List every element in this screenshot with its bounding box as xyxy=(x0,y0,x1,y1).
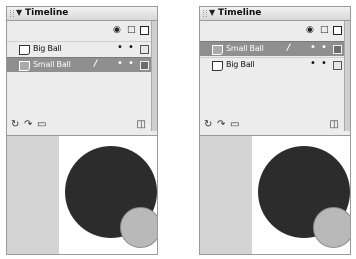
lock-dot[interactable]: • xyxy=(128,42,134,54)
eye-icon[interactable]: ◉ xyxy=(306,25,314,35)
layer-name: Small Ball xyxy=(226,44,264,53)
timeline-title-bar[interactable]: ▼ Timeline xyxy=(7,7,157,21)
panel-grip-icon[interactable] xyxy=(203,10,207,17)
layer-footer: ↻ ↷ ▭ ◫ xyxy=(200,117,350,133)
layer-header-row: ◉ □ xyxy=(7,23,151,37)
visibility-dot[interactable]: • xyxy=(117,42,123,54)
panel-title: Timeline xyxy=(25,8,69,18)
timeline-panel-before: ▼ Timeline ◉ □ Big Ball • • Small Ball /… xyxy=(6,6,158,255)
delete-layer-icon[interactable]: ◫ xyxy=(330,119,339,130)
visibility-dot[interactable]: • xyxy=(117,58,123,70)
layer-row-big-ball[interactable]: Big Ball • • xyxy=(200,57,344,72)
layer-header-row: ◉ □ xyxy=(200,23,344,37)
lock-icon[interactable]: □ xyxy=(127,25,136,35)
eye-icon[interactable]: ◉ xyxy=(113,25,121,35)
offstage-area xyxy=(200,136,252,254)
collapse-arrow-icon[interactable]: ▼ xyxy=(209,8,215,17)
outline-color-box[interactable] xyxy=(140,61,149,70)
layer-name: Big Ball xyxy=(226,60,255,69)
layer-footer: ↻ ↷ ▭ ◫ xyxy=(7,117,157,133)
scrollbar[interactable] xyxy=(344,21,350,131)
visibility-dot[interactable]: • xyxy=(310,42,316,54)
outline-icon[interactable] xyxy=(140,26,149,35)
outline-icon[interactable] xyxy=(333,26,342,35)
insert-layer-icon[interactable]: ↻ xyxy=(11,119,19,131)
lock-icon[interactable]: □ xyxy=(320,25,329,35)
insert-folder-icon[interactable]: ▭ xyxy=(37,119,46,131)
insert-folder-icon[interactable]: ▭ xyxy=(230,119,239,131)
small-ball-shape[interactable] xyxy=(120,207,157,248)
offstage-area xyxy=(7,136,59,254)
add-motion-guide-icon[interactable]: ↷ xyxy=(217,119,225,131)
visibility-dot[interactable]: • xyxy=(310,58,316,70)
lock-dot[interactable]: • xyxy=(128,58,134,70)
stage[interactable] xyxy=(200,135,350,254)
timeline-title-bar[interactable]: ▼ Timeline xyxy=(200,7,350,21)
lock-dot[interactable]: • xyxy=(321,58,327,70)
small-ball-shape[interactable] xyxy=(313,207,350,248)
lock-dot[interactable]: • xyxy=(321,42,327,54)
stage[interactable] xyxy=(7,135,157,254)
timeline-panel-after: ▼ Timeline ◉ □ Small Ball / • • Big Ball… xyxy=(199,6,351,255)
panel-title: Timeline xyxy=(218,8,262,18)
delete-layer-icon[interactable]: ◫ xyxy=(137,119,146,130)
scrollbar[interactable] xyxy=(151,21,157,131)
layer-icon xyxy=(19,45,30,55)
layer-icon xyxy=(212,45,223,55)
collapse-arrow-icon[interactable]: ▼ xyxy=(16,8,22,17)
add-motion-guide-icon[interactable]: ↷ xyxy=(24,119,32,131)
outline-color-box[interactable] xyxy=(140,45,149,54)
layer-name: Small Ball xyxy=(33,60,71,69)
panel-grip-icon[interactable] xyxy=(10,10,14,17)
pencil-icon: / xyxy=(94,59,98,69)
outline-color-box[interactable] xyxy=(333,45,342,54)
outline-color-box[interactable] xyxy=(333,61,342,70)
layer-row-small-ball[interactable]: Small Ball / • • xyxy=(7,57,151,72)
layer-row-big-ball[interactable]: Big Ball • • xyxy=(7,41,151,56)
layer-icon xyxy=(212,61,223,71)
pencil-icon: / xyxy=(287,43,291,53)
layer-row-small-ball[interactable]: Small Ball / • • xyxy=(200,41,344,56)
layer-icon xyxy=(19,61,30,71)
layer-name: Big Ball xyxy=(33,44,62,53)
insert-layer-icon[interactable]: ↻ xyxy=(204,119,212,131)
